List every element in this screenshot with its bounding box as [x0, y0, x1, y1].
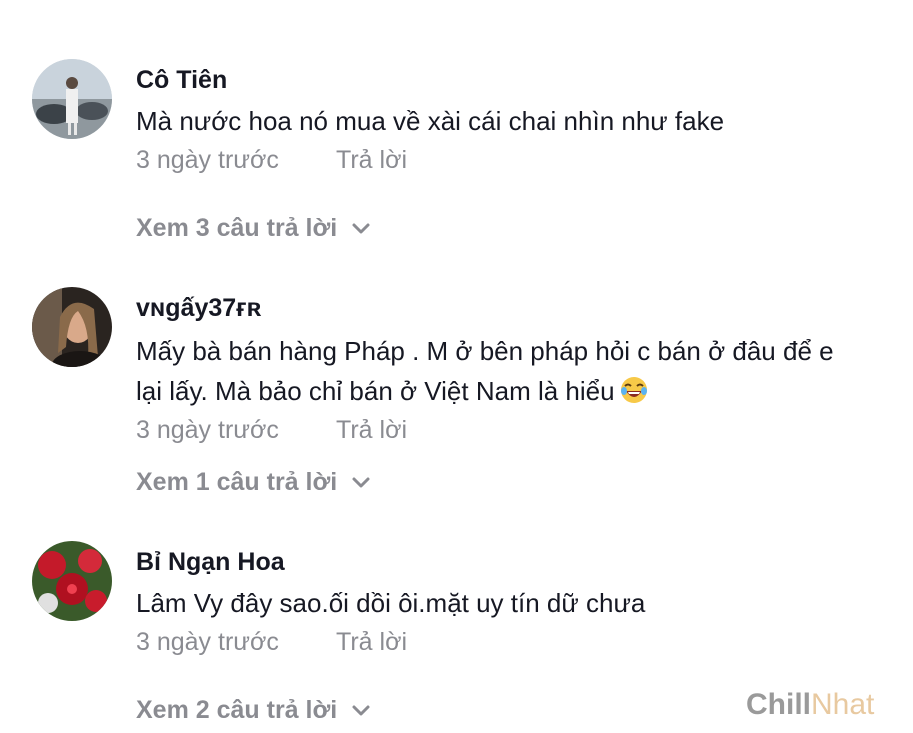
avatar[interactable] — [32, 541, 112, 621]
joy-emoji-icon — [619, 375, 649, 405]
comment-text-line: Mà nước hoa nó mua về xài cái chai nhìn … — [136, 106, 725, 136]
avatar[interactable] — [32, 287, 112, 367]
reply-button[interactable]: Trả lời — [336, 628, 407, 657]
comment-text-line: lại lấy. Mà bảo chỉ bán ở Việt Nam là hi… — [136, 376, 615, 406]
view-replies-label: Xem 3 câu trả lời — [136, 214, 338, 242]
view-replies-button[interactable]: Xem 2 câu trả lời — [136, 696, 371, 725]
comment-text-line: Mấy bà bán hàng Pháp . M ở bên pháp hỏi … — [136, 336, 834, 366]
comment-text-line-2: lại lấy. Mà bảo chỉ bán ở Việt Nam là hi… — [136, 371, 913, 411]
comment-text: Lâm Vy đây sao.ối dồi ôi.mặt uy tín dữ c… — [136, 583, 913, 623]
username[interactable]: Bỉ Ngạn Hoa — [136, 548, 285, 577]
chevron-down-icon — [351, 476, 371, 490]
timestamp: 3 ngày trước — [136, 628, 279, 656]
comment-meta: 3 ngày trước Trả lời — [136, 146, 407, 175]
chevron-down-icon — [351, 704, 371, 718]
username[interactable]: Cô Tiên — [136, 66, 227, 95]
reply-button[interactable]: Trả lời — [336, 146, 407, 175]
comment-meta: 3 ngày trước Trả lời — [136, 628, 407, 657]
timestamp: 3 ngày trước — [136, 146, 279, 174]
watermark-part2: Nhat — [811, 688, 875, 721]
view-replies-label: Xem 1 câu trả lời — [136, 468, 338, 496]
view-replies-button[interactable]: Xem 3 câu trả lời — [136, 214, 371, 243]
watermark-part1: Chill — [746, 688, 811, 721]
watermark-logo: ChillNhat — [746, 688, 874, 722]
comment-text: Mà nước hoa nó mua về xài cái chai nhìn … — [136, 101, 913, 141]
username[interactable]: ᴠɴgấy37ғʀ — [136, 294, 261, 323]
timestamp: 3 ngày trước — [136, 416, 279, 444]
avatar[interactable] — [32, 59, 112, 139]
comment-text: Mấy bà bán hàng Pháp . M ở bên pháp hỏi … — [136, 331, 913, 411]
view-replies-button[interactable]: Xem 1 câu trả lời — [136, 468, 371, 497]
comment-text-line: Lâm Vy đây sao.ối dồi ôi.mặt uy tín dữ c… — [136, 588, 646, 618]
chevron-down-icon — [351, 222, 371, 236]
view-replies-label: Xem 2 câu trả lời — [136, 696, 338, 724]
reply-button[interactable]: Trả lời — [336, 416, 407, 445]
comment-meta: 3 ngày trước Trả lời — [136, 416, 407, 445]
